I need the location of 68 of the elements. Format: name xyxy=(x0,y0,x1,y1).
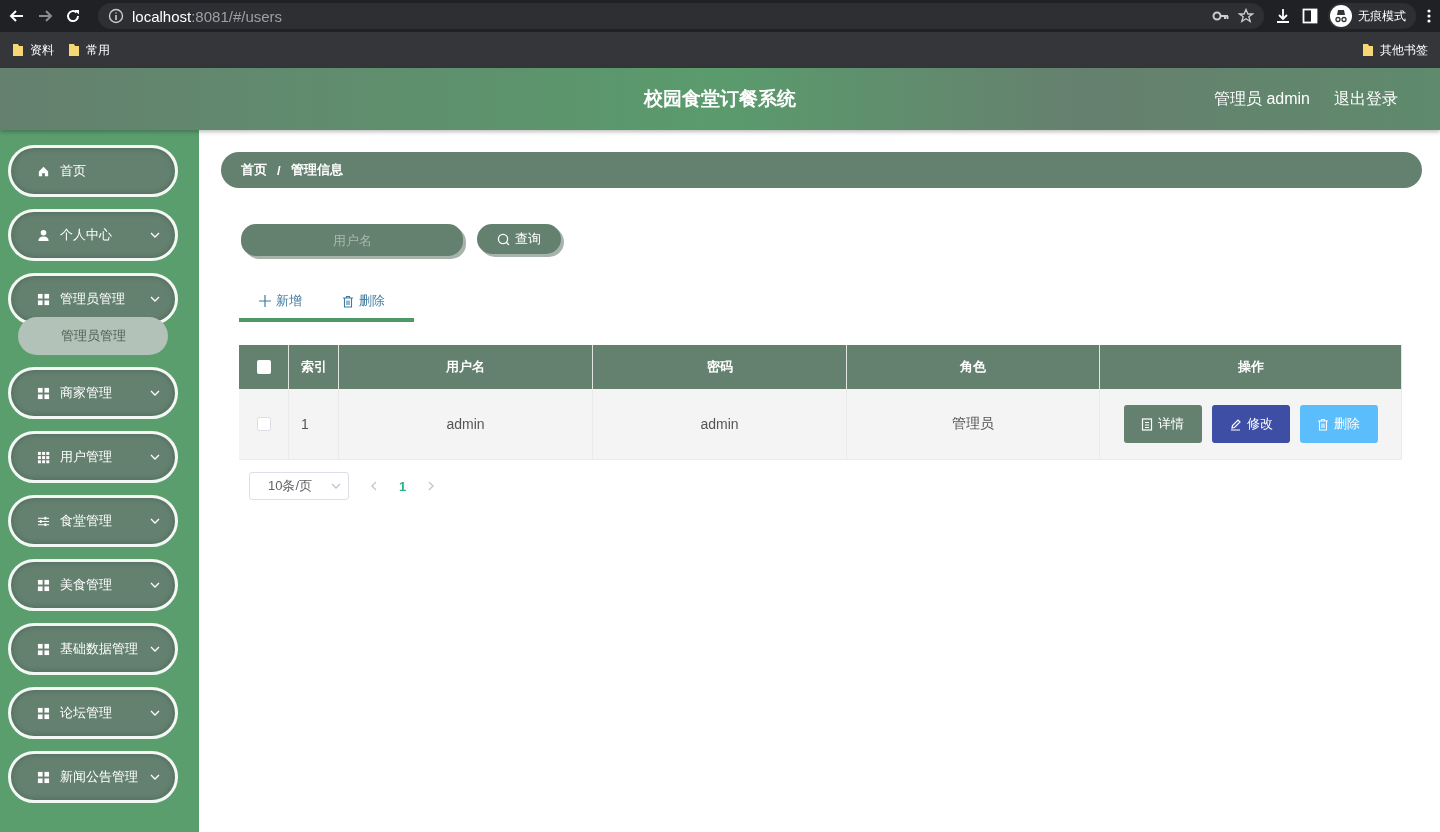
sidebar-menu-item[interactable]: 食堂管理 xyxy=(8,495,178,547)
folder-icon xyxy=(68,43,80,57)
sidebar-menu-item[interactable]: 用户管理 xyxy=(8,431,178,483)
reload-icon[interactable] xyxy=(64,7,82,25)
column-header: 操作 xyxy=(1100,345,1402,389)
folder-icon xyxy=(1362,43,1374,57)
username-search-field[interactable]: 用户名 xyxy=(241,224,463,256)
sidebar-menu-item[interactable]: 论坛管理 xyxy=(8,687,178,739)
grid-icon xyxy=(37,578,50,592)
column-header: 角色 xyxy=(847,345,1100,389)
grid-icon xyxy=(37,642,50,656)
user-icon xyxy=(37,228,50,242)
column-header: 索引 xyxy=(289,345,339,389)
side-panel-icon[interactable] xyxy=(1302,8,1318,24)
detail-button[interactable]: 详情 xyxy=(1123,405,1202,443)
breadcrumb-item: 管理信息 xyxy=(290,161,343,179)
grid-icon xyxy=(37,770,50,784)
home-icon xyxy=(37,164,50,178)
table-cell: admin xyxy=(339,389,593,460)
address-bar[interactable]: localhost:8081/#/users xyxy=(98,3,1264,29)
incognito-icon xyxy=(1330,5,1352,27)
document-icon xyxy=(1141,417,1153,431)
search-icon xyxy=(497,232,510,246)
sliders-icon xyxy=(37,514,50,528)
sidebar-menu-item[interactable]: 美食管理 xyxy=(8,559,178,611)
sidebar-menu-item[interactable]: 商家管理 xyxy=(8,367,178,419)
bookmark-link[interactable]: 资料 xyxy=(30,41,54,59)
table-cell: admin xyxy=(593,389,847,460)
page-number[interactable]: 1 xyxy=(399,478,407,494)
table-cell: 管理员 xyxy=(847,389,1100,460)
toolbar-button[interactable]: 删除 xyxy=(322,292,405,310)
toolbar-button[interactable]: 新增 xyxy=(239,292,322,310)
pencil-icon xyxy=(1228,417,1242,431)
column-header: 密码 xyxy=(593,345,847,389)
sidebar-menu-item[interactable]: 新闻公告管理 xyxy=(8,751,178,803)
folder-icon xyxy=(12,43,24,57)
table-cell: 1 xyxy=(289,389,339,460)
current-user-label: 管理员 admin xyxy=(1213,88,1310,109)
bookmark-link[interactable]: 其他书签 xyxy=(1380,41,1428,59)
trash-icon xyxy=(342,294,354,308)
app-title: 校园食堂订餐系统 xyxy=(644,88,796,109)
row-checkbox[interactable] xyxy=(256,417,271,431)
info-icon xyxy=(108,8,124,24)
sidebar-submenu-item[interactable]: 管理员管理 xyxy=(18,317,168,355)
bookmark-link[interactable]: 常用 xyxy=(86,41,110,59)
plus-icon xyxy=(259,295,271,307)
key-icon[interactable] xyxy=(1212,10,1230,22)
url-text: localhost:8081/#/users xyxy=(132,7,283,25)
grid-icon xyxy=(37,386,50,400)
sidebar-menu-item[interactable]: 个人中心 xyxy=(8,209,178,261)
page-size-select[interactable]: 10条/页 xyxy=(249,472,349,500)
grid-icon xyxy=(37,706,50,720)
trash-icon xyxy=(1317,417,1329,431)
breadcrumb-separator: / xyxy=(277,162,281,178)
grid-icon xyxy=(37,292,50,306)
search-button[interactable]: 查询 xyxy=(477,224,561,254)
select-all-checkbox[interactable] xyxy=(256,360,271,374)
edit-button[interactable]: 修改 xyxy=(1211,405,1290,443)
grid-icon xyxy=(37,450,50,464)
download-icon[interactable] xyxy=(1274,7,1292,25)
breadcrumb-item[interactable]: 首页 xyxy=(241,161,267,179)
column-header: 用户名 xyxy=(339,345,593,389)
star-icon[interactable] xyxy=(1238,8,1254,24)
more-menu-icon[interactable] xyxy=(1426,8,1432,24)
logout-link[interactable]: 退出登录 xyxy=(1334,88,1398,110)
sidebar-menu-item[interactable]: 基础数据管理 xyxy=(8,623,178,675)
sidebar-menu-item[interactable]: 首页 xyxy=(8,145,178,197)
incognito-profile-button[interactable]: 无痕模式 xyxy=(1328,3,1416,29)
